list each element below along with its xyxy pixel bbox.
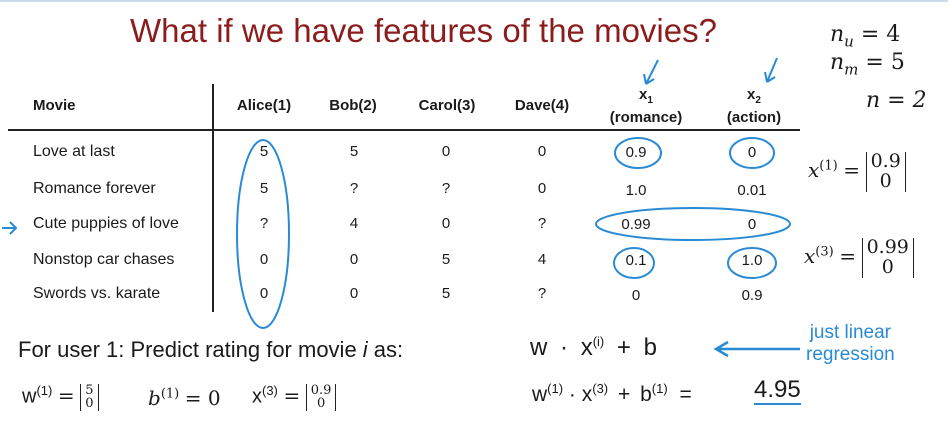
x2-love-circle (729, 137, 775, 169)
arrow-x2-icon (764, 57, 778, 83)
x1-love-circle (614, 137, 662, 169)
annotations-layer (0, 0, 948, 358)
annotation-arrow-icon (713, 340, 800, 358)
row-pointer-arrow-icon (2, 221, 18, 235)
arrow-x1-icon (643, 59, 659, 85)
puppies-features-ellipse (595, 207, 791, 241)
x1-nonstop-circle (613, 247, 655, 279)
x2-nonstop-circle (727, 247, 777, 279)
alice-column-ellipse (236, 139, 290, 329)
